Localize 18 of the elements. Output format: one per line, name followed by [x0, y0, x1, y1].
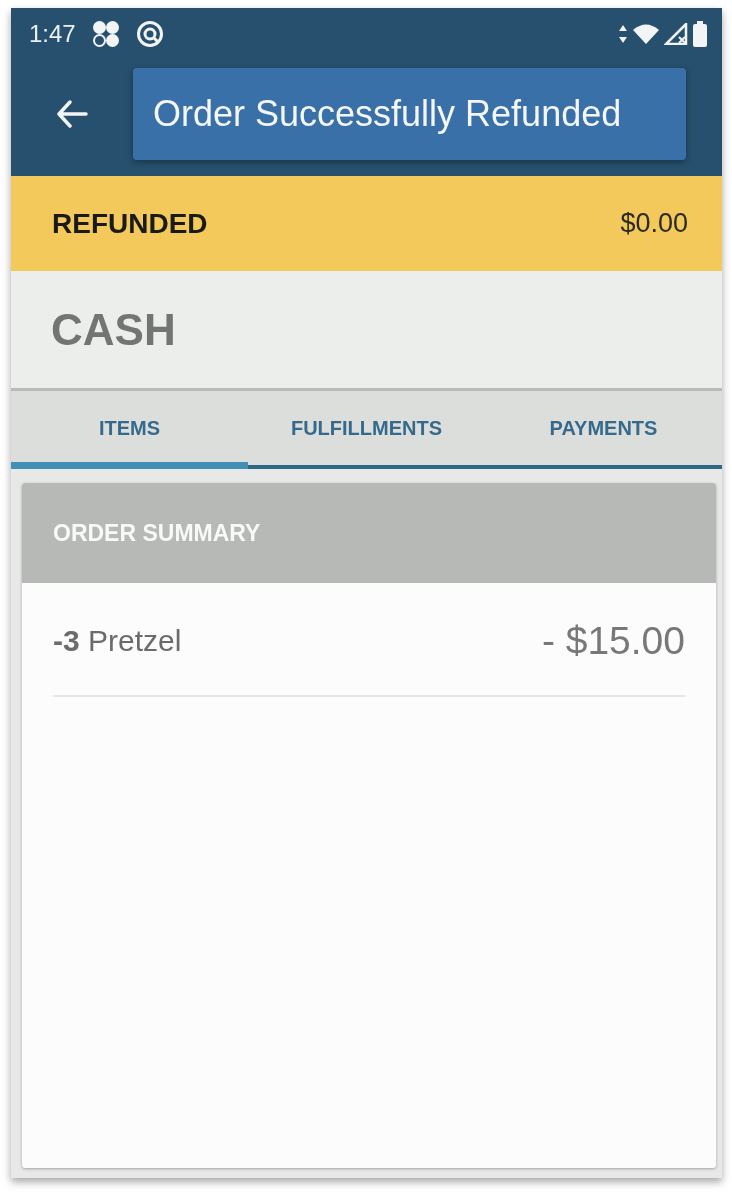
tab[interactable]: ITEMS	[11, 391, 248, 469]
card-title: ORDER SUMMARY	[53, 519, 261, 547]
signal-icon	[664, 23, 688, 45]
item-label: -3 Pretzel	[53, 624, 182, 658]
status-label: REFUNDED	[52, 207, 208, 240]
data-arrows-icon	[618, 24, 628, 44]
back-arrow-icon	[56, 100, 88, 128]
item-price: - $15.00	[541, 619, 685, 663]
battery-icon	[692, 21, 708, 47]
payment-method: CASH	[51, 304, 176, 355]
status-time: 1:47	[29, 20, 76, 48]
tab[interactable]: PAYMENTS	[485, 391, 722, 469]
wifi-icon	[632, 23, 660, 45]
toast-message: Order Successfully Refunded	[133, 68, 686, 160]
clover-icon	[91, 20, 120, 48]
tab[interactable]: FULFILLMENTS	[248, 391, 485, 469]
circle-at-icon	[135, 20, 164, 48]
status-amount: $0.00	[620, 208, 688, 239]
